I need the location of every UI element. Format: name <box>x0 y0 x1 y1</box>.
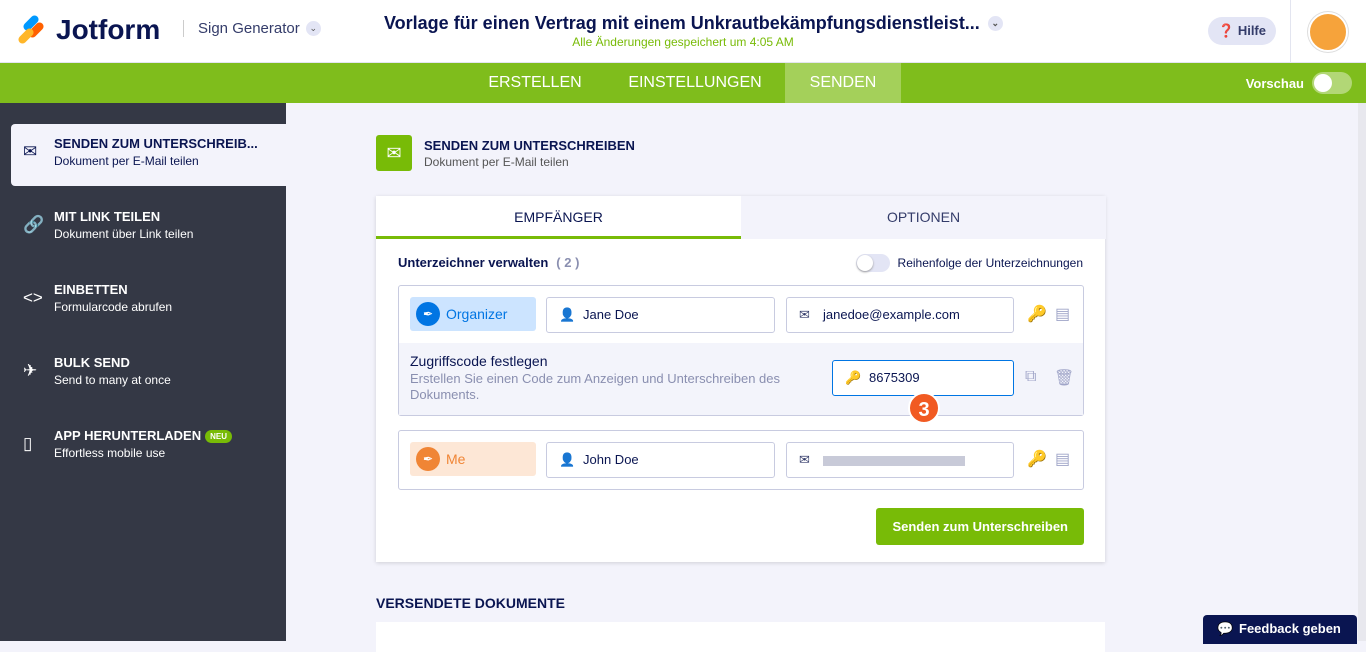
copy-icon[interactable]: ⧉ <box>1025 368 1036 386</box>
preview-switch[interactable] <box>1312 72 1352 94</box>
sidebar-item-sub: Dokument per E-Mail teilen <box>54 154 286 168</box>
help-button[interactable]: ❓ Hilfe <box>1208 17 1276 45</box>
step-badge: 3 <box>908 392 940 424</box>
code-icon: <> <box>23 288 43 308</box>
email-field[interactable]: ✉ <box>786 442 1014 478</box>
recipients-card: EMPFÄNGER OPTIONEN Unterzeichner verwalt… <box>376 196 1105 562</box>
pen-icon: ✒ <box>416 447 440 471</box>
email-field[interactable]: ✉ janedoe@example.com <box>786 297 1014 333</box>
sidebar-item-share-link[interactable]: 🔗 MIT LINK TEILEN Dokument über Link teile… <box>11 197 286 259</box>
avatar[interactable] <box>1290 0 1366 63</box>
sidebar-item-sub: Effortless mobile use <box>54 446 286 460</box>
preview-toggle[interactable]: Vorschau <box>1246 72 1352 94</box>
feedback-label: Feedback geben <box>1239 621 1341 636</box>
envelope-icon: ✉ <box>799 443 810 477</box>
sidebar-item-title: MIT LINK TEILEN <box>54 209 286 224</box>
sidebar: ✉ SENDEN ZUM UNTERSCHREIB... Dokument per … <box>0 103 286 641</box>
signer-row: ✒ Me 👤 John Doe ✉ 🔑 ▤ <box>398 430 1084 490</box>
section-title: SENDEN ZUM UNTERSCHREIBEN <box>424 138 635 153</box>
access-code-input[interactable]: 🔑 8675309 <box>832 360 1014 396</box>
help-icon: ❓ <box>1218 23 1234 38</box>
sidebar-item-title: EINBETTEN <box>54 282 286 297</box>
key-icon[interactable]: 🔑 <box>1027 449 1047 469</box>
help-label: Hilfe <box>1238 23 1266 38</box>
signer-row: ✒ Organizer 👤 Jane Doe ✉ janedoe@example.co… <box>398 285 1084 416</box>
feedback-button[interactable]: 💬 Feedback geben <box>1203 615 1357 644</box>
sidebar-item-title: BULK SEND <box>54 355 286 370</box>
manage-text: Unterzeichner verwalten <box>398 255 548 270</box>
sidebar-item-embed[interactable]: <> EINBETTEN Formularcode abrufen <box>11 270 286 332</box>
envelope-icon: ✉ <box>376 135 412 171</box>
document-title[interactable]: Vorlage für einen Vertrag mit einem Unkr… <box>384 13 1003 34</box>
trash-icon[interactable]: 🗑 <box>1054 368 1074 388</box>
tab-senden[interactable]: SENDEN <box>785 63 901 103</box>
main-nav: ERSTELLEN EINSTELLUNGEN SENDEN Vorschau <box>0 63 1366 103</box>
save-status: Alle Änderungen gespeichert um 4:05 AM <box>0 35 1366 49</box>
message-icon[interactable]: ▤ <box>1055 449 1070 469</box>
sidebar-item-download-app[interactable]: ▯ APP HERUNTERLADEN NEU Effortless mobile u… <box>11 416 286 478</box>
phone-icon: ▯ <box>23 434 32 454</box>
chevron-down-icon[interactable]: ⌄ <box>988 16 1003 31</box>
feedback-icon: 💬 <box>1217 621 1233 637</box>
section-header: ✉ SENDEN ZUM UNTERSCHREIBEN Dokument per … <box>376 135 635 171</box>
redacted-email <box>823 456 965 466</box>
signer-count: ( 2 ) <box>556 255 579 270</box>
signing-order-switch[interactable] <box>856 254 890 272</box>
envelope-icon: ✉ <box>23 142 37 162</box>
signing-order-toggle[interactable]: Reihenfolge der Unterzeichnungen <box>856 254 1083 272</box>
sidebar-item-bulk-send[interactable]: ✈ BULK SEND Send to many at once <box>11 343 286 405</box>
sidebar-item-sub: Dokument über Link teilen <box>54 227 286 241</box>
access-code-panel: Zugriffscode festlegen Erstellen Sie ein… <box>399 343 1083 415</box>
role-badge[interactable]: ✒ Me <box>410 442 536 476</box>
name-value: John Doe <box>583 452 639 467</box>
tab-recipients[interactable]: EMPFÄNGER <box>376 196 741 239</box>
user-icon: 👤 <box>559 298 575 332</box>
access-code-value: 8675309 <box>869 370 920 385</box>
preview-label: Vorschau <box>1246 76 1304 91</box>
tab-erstellen[interactable]: ERSTELLEN <box>470 63 600 103</box>
pen-icon: ✒ <box>416 302 440 326</box>
message-icon[interactable]: ▤ <box>1055 304 1070 324</box>
role-label: Me <box>446 451 465 467</box>
name-field[interactable]: 👤 John Doe <box>546 442 775 478</box>
send-to-sign-button[interactable]: Senden zum Unterschreiben <box>876 508 1084 545</box>
sent-documents-panel <box>376 622 1105 652</box>
tab-einstellungen[interactable]: EINSTELLUNGEN <box>615 63 775 103</box>
sidebar-item-send-to-sign[interactable]: ✉ SENDEN ZUM UNTERSCHREIB... Dokument per … <box>11 124 286 186</box>
manage-signers-label: Unterzeichner verwalten ( 2 ) <box>398 255 579 270</box>
sidebar-item-title: SENDEN ZUM UNTERSCHREIB... <box>54 136 286 151</box>
section-subtitle: Dokument per E-Mail teilen <box>424 155 635 169</box>
name-field[interactable]: 👤 Jane Doe <box>546 297 775 333</box>
top-bar: Jotform Sign Generator⌄ Vorlage für eine… <box>0 0 1366 63</box>
name-value: Jane Doe <box>583 307 639 322</box>
envelope-icon: ✉ <box>799 298 810 332</box>
role-badge[interactable]: ✒ Organizer <box>410 297 536 331</box>
tab-options[interactable]: OPTIONEN <box>741 196 1106 239</box>
access-code-title: Zugriffscode festlegen <box>410 353 548 369</box>
user-icon: 👤 <box>559 443 575 477</box>
sidebar-item-sub: Send to many at once <box>54 373 286 387</box>
sidebar-item-sub: Formularcode abrufen <box>54 300 286 314</box>
role-label: Organizer <box>446 306 507 322</box>
scrollbar[interactable] <box>1358 103 1366 641</box>
signing-order-label: Reihenfolge der Unterzeichnungen <box>898 256 1083 270</box>
sent-documents-heading: VERSENDETE DOKUMENTE <box>376 595 565 611</box>
sidebar-item-title: APP HERUNTERLADEN <box>54 428 201 443</box>
access-code-desc: Erstellen Sie einen Code zum Anzeigen un… <box>410 371 825 403</box>
new-badge: NEU <box>205 430 232 443</box>
email-value: janedoe@example.com <box>823 307 960 322</box>
key-icon: 🔑 <box>845 361 861 395</box>
key-icon[interactable]: 🔑 <box>1027 304 1047 324</box>
document-title-text: Vorlage für einen Vertrag mit einem Unkr… <box>384 13 980 34</box>
chevron-down-icon: ⌄ <box>306 21 321 36</box>
link-icon: 🔗 <box>23 215 44 235</box>
paper-plane-icon: ✈ <box>23 361 37 381</box>
